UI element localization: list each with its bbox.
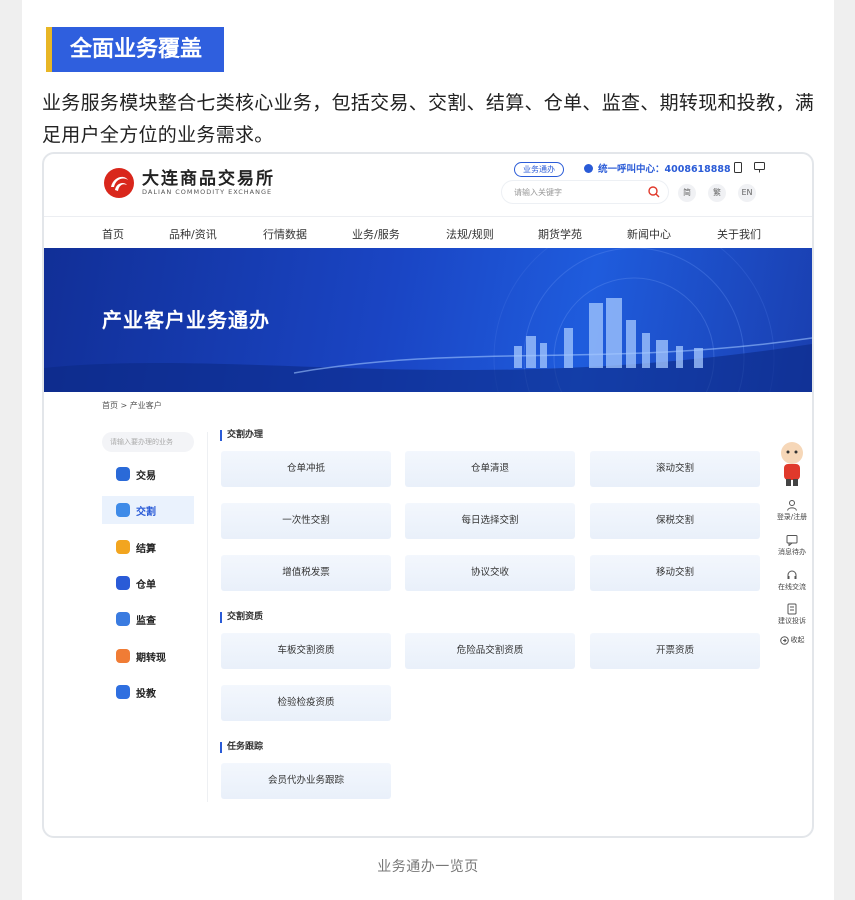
- user-icon: [787, 500, 797, 511]
- service-card[interactable]: 移动交割: [590, 555, 760, 591]
- collapse-icon: [779, 635, 789, 645]
- sidebar-item-settlement[interactable]: 结算: [102, 533, 194, 561]
- intro-paragraph: 业务服务模块整合七类核心业务，包括交易、交割、结算、仓单、监查、期转现和投教，满…: [42, 92, 815, 146]
- exchange-icon: [116, 649, 130, 663]
- float-item-label: 登录/注册: [776, 513, 808, 521]
- site-logo[interactable]: 大连商品交易所 DALIAN COMMODITY EXCHANGE: [102, 166, 275, 200]
- shield-icon: [116, 612, 130, 626]
- sidebar-item-label: 仓单: [136, 579, 156, 591]
- service-card[interactable]: 仓单清退: [405, 451, 575, 487]
- device-icons: [734, 162, 765, 173]
- sidebar-item-warehouse-receipt[interactable]: 仓单: [102, 569, 194, 597]
- sidebar-item-label: 交易: [136, 470, 156, 482]
- logo-english-name: DALIAN COMMODITY EXCHANGE: [142, 187, 273, 196]
- section-title-delivery: 交割办理: [220, 430, 263, 441]
- delivery-icon: [116, 503, 130, 517]
- float-item-label: 在线交流: [778, 583, 806, 591]
- service-card[interactable]: 开票资质: [590, 633, 760, 669]
- sidebar-item-efp[interactable]: 期转现: [102, 642, 194, 670]
- feedback-item[interactable]: 建议投诉: [772, 603, 812, 626]
- settlement-icon: [116, 540, 130, 554]
- lang-simplified[interactable]: 简: [678, 184, 696, 202]
- nav-item[interactable]: 新闻中心: [627, 226, 671, 242]
- nav-item[interactable]: 法规/规则: [446, 226, 494, 242]
- sidebar-item-inspection[interactable]: 监查: [102, 605, 194, 633]
- sidebar-item-label: 投教: [136, 688, 156, 700]
- logo-chinese-name: 大连商品交易所: [142, 168, 275, 189]
- breadcrumb[interactable]: 首页 > 产业客户: [102, 400, 162, 411]
- service-card[interactable]: 一次性交割: [221, 503, 391, 539]
- service-card[interactable]: 仓单冲抵: [221, 451, 391, 487]
- float-item-label: 收起: [790, 636, 805, 644]
- lang-traditional[interactable]: 繁: [708, 184, 726, 202]
- service-card[interactable]: 保税交割: [590, 503, 760, 539]
- nav-item[interactable]: 品种/资讯: [169, 226, 217, 242]
- mascot-icon: [781, 442, 803, 486]
- heading-label: 全面业务覆盖: [52, 27, 225, 72]
- search-icon[interactable]: [648, 186, 660, 198]
- messages-item[interactable]: 消息待办: [772, 534, 812, 557]
- float-item-label: 建议投诉: [778, 617, 806, 625]
- business-sidebar: 请输入要办理的业务 交易 交割 结算 仓单 监查 期转现 投教: [102, 432, 208, 802]
- service-card[interactable]: 协议交收: [405, 555, 575, 591]
- website-screenshot: 大连商品交易所 DALIAN COMMODITY EXCHANGE 业务通办 统…: [42, 152, 814, 838]
- section-title-qualification: 交割资质: [220, 612, 263, 623]
- phone-icon: [584, 163, 593, 173]
- headset-icon: [787, 570, 797, 579]
- sidebar-item-label: 监查: [136, 615, 156, 627]
- sidebar-item-label: 期转现: [136, 652, 166, 664]
- service-card[interactable]: 危险品交割资质: [405, 633, 575, 669]
- lang-english[interactable]: EN: [738, 184, 756, 202]
- message-icon: [786, 535, 798, 546]
- online-chat-item[interactable]: 在线交流: [772, 569, 812, 592]
- nav-item[interactable]: 业务/服务: [352, 226, 400, 242]
- section-title-tracking: 任务跟踪: [220, 742, 263, 753]
- service-card[interactable]: 增值税发票: [221, 555, 391, 591]
- service-card[interactable]: 检验检疫资质: [221, 685, 391, 721]
- floating-toolbar: 登录/注册 消息待办 在线交流 建议投诉 收起: [772, 439, 812, 655]
- banner-title: 产业客户业务通办: [102, 308, 270, 332]
- hero-banner: 产业客户业务通办: [44, 248, 812, 392]
- article: 全面业务覆盖 业务服务模块整合七类核心业务，包括交易、交割、结算、仓单、监查、期…: [22, 0, 834, 900]
- mobile-icon[interactable]: [734, 162, 742, 173]
- collapse-item[interactable]: 收起: [772, 635, 812, 645]
- nav-item[interactable]: 关于我们: [717, 226, 761, 242]
- sidebar-item-delivery[interactable]: 交割: [102, 496, 194, 524]
- nav-item[interactable]: 行情数据: [263, 226, 307, 242]
- service-card[interactable]: 车板交割资质: [221, 633, 391, 669]
- image-caption: 业务通办一览页: [377, 859, 479, 875]
- sidebar-item-label: 交割: [136, 506, 156, 518]
- service-card[interactable]: 滚动交割: [590, 451, 760, 487]
- hotline: 统一呼叫中心：4008618888: [584, 161, 731, 175]
- dce-logo-icon: [104, 168, 134, 198]
- hotline-text: 统一呼叫中心：4008618888: [598, 164, 731, 175]
- section-heading: 全面业务覆盖: [46, 27, 225, 72]
- feedback-icon: [787, 603, 797, 615]
- education-icon: [116, 685, 130, 699]
- sidebar-item-trade[interactable]: 交易: [102, 460, 194, 488]
- nav-item[interactable]: 期货学苑: [538, 226, 582, 242]
- main-nav: 首页 品种/资讯 行情数据 业务/服务 法规/规则 期货学苑 新闻中心 关于我们: [44, 216, 812, 248]
- service-card[interactable]: 每日选择交割: [405, 503, 575, 539]
- side-search-input[interactable]: 请输入要办理的业务: [102, 432, 194, 452]
- site-header: 大连商品交易所 DALIAN COMMODITY EXCHANGE 业务通办 统…: [44, 154, 812, 216]
- login-register-item[interactable]: 登录/注册: [772, 499, 812, 522]
- float-item-label: 消息待办: [778, 548, 806, 556]
- nav-item[interactable]: 首页: [102, 226, 124, 242]
- site-search[interactable]: 请输入关键字: [502, 181, 668, 203]
- desktop-icon[interactable]: [754, 162, 765, 173]
- site-search-placeholder: 请输入关键字: [514, 187, 562, 197]
- business-pill[interactable]: 业务通办: [514, 162, 564, 177]
- sidebar-item-education[interactable]: 投教: [102, 678, 194, 706]
- sidebar-item-label: 结算: [136, 543, 156, 555]
- trade-icon: [116, 467, 130, 481]
- service-card[interactable]: 会员代办业务跟踪: [221, 763, 391, 799]
- receipt-icon: [116, 576, 130, 590]
